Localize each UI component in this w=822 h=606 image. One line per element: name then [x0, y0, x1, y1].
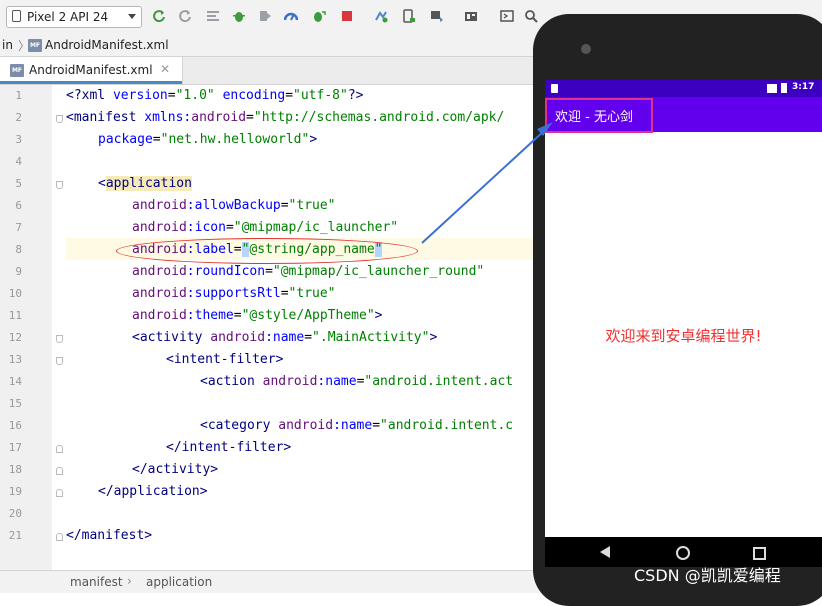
sd-card-icon: [551, 84, 558, 93]
fold-marker-icon[interactable]: [56, 489, 63, 497]
line-number: 15: [8, 397, 22, 410]
code-line-14: <action android:name="android.intent.act: [200, 374, 514, 389]
breadcrumb-manifest[interactable]: manifest: [70, 575, 123, 589]
camera-icon: [581, 44, 591, 54]
android-status-bar: 3:17: [545, 80, 822, 97]
device-selector-label: Pixel 2 API 24: [27, 10, 109, 24]
line-number-gutter: 1 2 3 4 5 6 7 8 9 10 11 12 13 14 15 16 1…: [0, 85, 52, 570]
line-number: 10: [8, 287, 22, 300]
performance-icon[interactable]: [284, 9, 298, 23]
code-line-11: android:theme="@style/AppTheme">: [132, 308, 383, 323]
code-line-7: android:icon="@mipmap/ic_launcher": [132, 220, 399, 235]
line-number: 18: [8, 463, 22, 476]
line-number: 2: [15, 111, 22, 124]
code-line-3: package="net.hw.helloworld">: [98, 132, 318, 147]
line-number: 19: [8, 485, 22, 498]
fold-marker-icon[interactable]: [56, 357, 63, 365]
breadcrumb-application[interactable]: application: [146, 575, 212, 589]
line-number: 20: [8, 507, 22, 520]
code-line-9: android:roundIcon="@mipmap/ic_launcher_r…: [132, 264, 485, 279]
line-number: 8: [15, 243, 22, 256]
line-number: 9: [15, 265, 22, 278]
code-editor[interactable]: <?xml version="1.0" encoding="utf-8"?> <…: [66, 85, 540, 570]
line-number: 3: [15, 133, 22, 146]
avd-manager-icon[interactable]: [402, 9, 416, 23]
terminal-icon[interactable]: [500, 9, 514, 23]
line-number: 17: [8, 441, 22, 454]
home-icon[interactable]: [676, 546, 690, 560]
editor-tab-bar: MF AndroidManifest.xml ✕: [0, 57, 540, 85]
attach-debugger-icon[interactable]: [312, 9, 326, 23]
stop-icon[interactable]: [340, 9, 354, 23]
line-number: 21: [8, 529, 22, 542]
sdk-manager-icon[interactable]: [430, 9, 444, 23]
line-number: 12: [8, 331, 22, 344]
fold-marker-icon[interactable]: [56, 445, 63, 453]
signal-icon: [767, 84, 777, 93]
code-line-16: <category android:name="android.intent.c: [200, 418, 514, 433]
search-icon[interactable]: [524, 9, 538, 23]
code-line-18: </activity>: [132, 462, 219, 477]
hello-text: 欢迎来到安卓编程世界!: [605, 327, 762, 345]
line-number: 1: [15, 89, 22, 102]
annotation-ellipse: [116, 238, 418, 264]
code-line-19: </application>: [98, 484, 208, 499]
profile-icon[interactable]: [258, 9, 272, 23]
battery-icon: [781, 83, 787, 93]
code-line-12: <activity android:name=".MainActivity">: [132, 330, 438, 345]
navigation-breadcrumb: in 〉 MF AndroidManifest.xml: [0, 34, 540, 57]
line-number: 7: [15, 221, 22, 234]
fold-marker-icon[interactable]: [56, 181, 63, 189]
close-icon[interactable]: ✕: [160, 62, 170, 76]
refresh-icon[interactable]: [152, 9, 166, 23]
status-time: 3:17: [792, 82, 815, 92]
code-line-10: android:supportsRtl="true": [132, 286, 336, 301]
fold-marker-icon[interactable]: [56, 115, 63, 123]
line-number: 4: [15, 155, 22, 168]
line-number: 16: [8, 419, 22, 432]
code-line-2: <manifest xmlns:android="http://schemas.…: [66, 110, 505, 125]
line-number: 13: [8, 353, 22, 366]
code-line-13: <intent-filter>: [166, 352, 284, 367]
fold-marker-icon[interactable]: [56, 533, 63, 541]
debug-bug-icon[interactable]: [232, 9, 246, 23]
tab-label: AndroidManifest.xml: [29, 63, 153, 77]
emulator-screen[interactable]: 3:17 欢迎 - 无心剑 欢迎来到安卓编程世界!: [545, 80, 822, 537]
annotation-highlight-box: [545, 98, 653, 133]
project-structure-icon[interactable]: [464, 9, 478, 23]
sync-icon[interactable]: [374, 9, 388, 23]
code-line-5: <application: [98, 176, 192, 191]
tab-android-manifest[interactable]: MF AndroidManifest.xml ✕: [0, 57, 183, 84]
editor-breadcrumb-bar: manifest › application: [0, 570, 540, 593]
device-selector[interactable]: Pixel 2 API 24: [6, 6, 142, 28]
watermark: CSDN @凯凯爱编程: [634, 566, 781, 585]
breadcrumb-separator: ›: [127, 574, 132, 588]
line-number: 11: [8, 309, 22, 322]
code-line-21: </manifest>: [66, 528, 153, 543]
manifest-file-icon: MF: [10, 64, 24, 77]
line-number: 14: [8, 375, 22, 388]
code-line-1: <?xml version="1.0" encoding="utf-8"?>: [66, 88, 364, 103]
code-line-6: android:allowBackup="true": [132, 198, 336, 213]
recents-icon[interactable]: [753, 547, 766, 560]
line-number: 6: [15, 199, 22, 212]
breadcrumb-file[interactable]: AndroidManifest.xml: [45, 38, 169, 52]
active-tab-indicator: [0, 81, 182, 84]
line-number: 5: [15, 177, 22, 190]
fold-marker-icon[interactable]: [56, 335, 63, 343]
apply-changes-icon[interactable]: [178, 9, 192, 23]
manifest-file-icon: MF: [28, 39, 42, 52]
layout-icon[interactable]: [206, 9, 220, 23]
code-line-17: </intent-filter>: [166, 440, 292, 455]
breadcrumb-module[interactable]: in: [2, 38, 13, 52]
chevron-down-icon: [128, 14, 136, 19]
fold-marker-icon[interactable]: [56, 467, 63, 475]
back-icon[interactable]: [600, 546, 610, 558]
device-icon: [12, 10, 21, 22]
